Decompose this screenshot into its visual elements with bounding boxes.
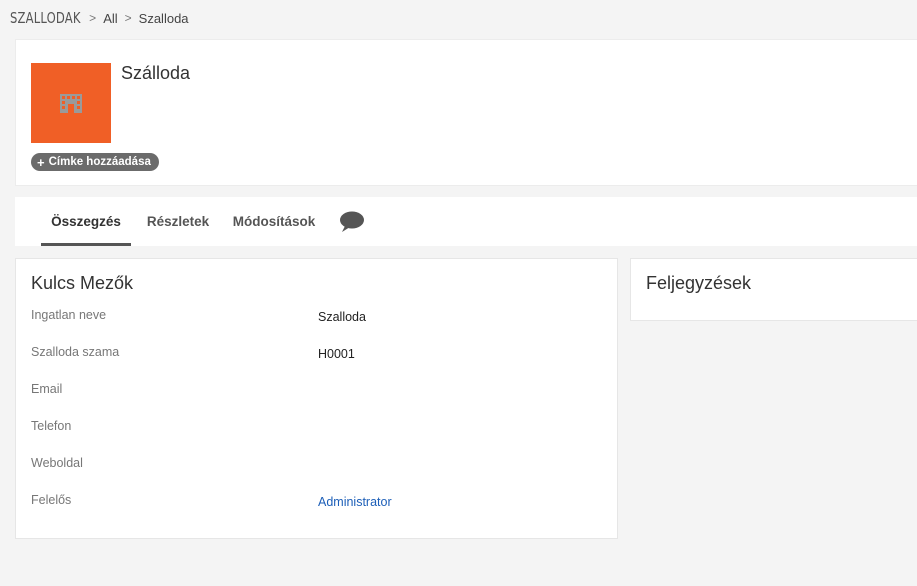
plus-icon: +: [37, 154, 45, 170]
breadcrumb: SZALLODAK > All > Szalloda: [10, 8, 189, 28]
record-header: Szálloda + Címke hozzáadása: [15, 39, 917, 186]
notes-title: Feljegyzések: [646, 273, 752, 293]
breadcrumb-current: Szalloda: [138, 10, 189, 26]
field-label: Weboldal: [31, 456, 83, 470]
field-label: Ingatlan neve: [31, 308, 107, 322]
breadcrumb-module[interactable]: SZALLODAK: [10, 9, 81, 27]
assigned-user-link[interactable]: Administrator: [318, 495, 392, 509]
field-label: Email: [31, 382, 63, 396]
tab-changes[interactable]: Módosítások: [224, 197, 324, 246]
field-value: H0001: [318, 347, 355, 361]
record-avatar[interactable]: [31, 63, 111, 143]
field-label: Szalloda szama: [31, 345, 120, 359]
tab-details[interactable]: Részletek: [140, 197, 216, 246]
tab-summary[interactable]: Összegzés: [41, 197, 131, 246]
field-label: Felelős: [31, 493, 72, 507]
breadcrumb-separator-icon: >: [124, 11, 132, 25]
add-tag-label: Címke hozzáadása: [48, 156, 151, 168]
record-title: Szálloda: [121, 63, 191, 83]
add-tag-button[interactable]: + Címke hozzáadása: [31, 153, 159, 171]
field-value: Szalloda: [318, 310, 366, 324]
key-fields-title: Kulcs Mezők: [31, 273, 134, 293]
breadcrumb-separator-icon: >: [89, 11, 97, 25]
tab-comments[interactable]: [337, 197, 367, 246]
building-icon: [60, 94, 82, 113]
comment-icon: [340, 211, 364, 232]
field-label: Telefon: [31, 419, 72, 433]
notes-panel: Feljegyzések: [630, 258, 917, 321]
key-fields-panel: Kulcs Mezők Ingatlan neve Szalloda Szall…: [15, 258, 618, 539]
record-tabs: Összegzés Részletek Módosítások: [15, 197, 917, 246]
breadcrumb-all[interactable]: All: [103, 11, 117, 26]
